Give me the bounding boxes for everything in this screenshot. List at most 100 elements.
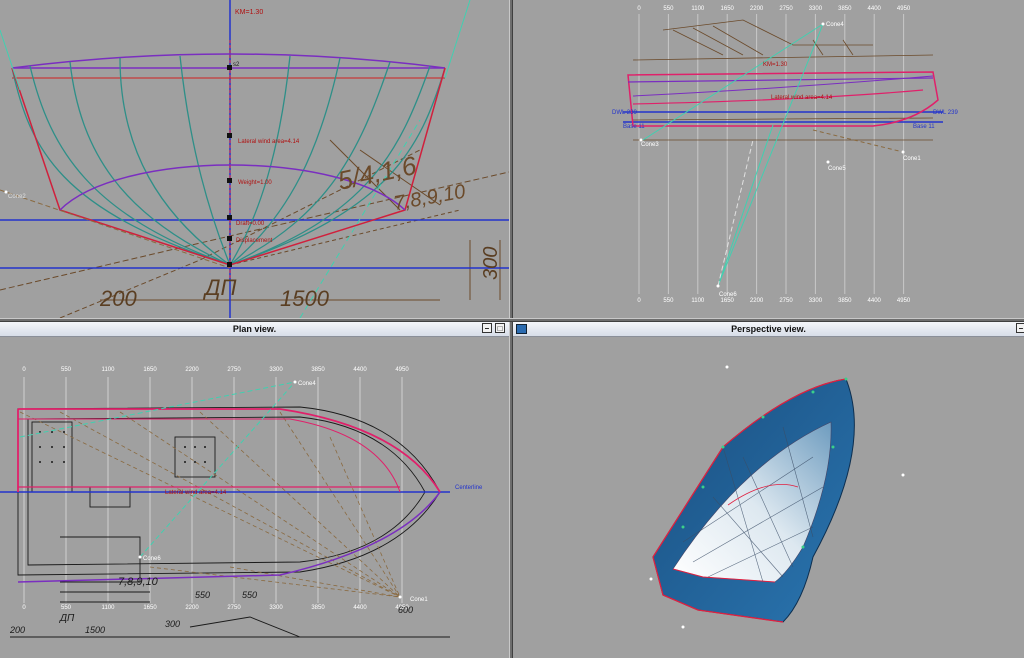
cone1-label: Cone1 <box>903 156 921 162</box>
perspective-minimize-button[interactable]: – <box>1016 323 1024 333</box>
profile-tick-label: 3850 <box>838 6 852 12</box>
lateral-label: Lateral wind area=4.14 <box>238 139 300 145</box>
profile-tick-label: 1650 <box>721 6 735 12</box>
profile-tick-label: 550 <box>663 6 674 12</box>
plan-cone6-label: Cone6 <box>143 556 161 562</box>
plan-ticks-bottom: 0 550 1100 1650 2200 2750 3300 3850 4400 4950 <box>22 605 409 611</box>
station-numbers-label-2: 7,8,9,10 <box>392 181 467 215</box>
profile-tick-label: 550 <box>663 298 674 304</box>
profile-lateral-label: Lateral wind area=4.14 <box>771 95 833 101</box>
plan-stations-label: 7,8,9,10 <box>118 576 159 588</box>
plan-tick-label: 3300 <box>269 605 283 611</box>
plan-view-title: Plan view. <box>232 324 277 334</box>
base-left-label: Base 11 <box>623 124 645 130</box>
profile-tick-label: 2750 <box>779 298 793 304</box>
perspective-view-titlebar[interactable]: Perspective view. – <box>513 322 1024 337</box>
plan-seat-dots <box>39 431 206 463</box>
draft-label: Draft=0.00 <box>236 221 265 227</box>
profile-view-pane[interactable]: 0 550 1100 1650 2200 2750 3300 3850 4400 4950 0 55… <box>513 0 1024 318</box>
plan-tick-label: 3850 <box>311 367 325 373</box>
profile-view-canvas[interactable]: 0 550 1100 1650 2200 2750 3300 3850 4400 4950 0 55… <box>513 0 1024 318</box>
cone2-label: Cone2 <box>8 194 26 200</box>
profile-tick-label: 2200 <box>750 298 764 304</box>
profile-tick-label: 1650 <box>721 298 735 304</box>
profile-tick-label: 0 <box>637 298 641 304</box>
plan-tick-label: 0 <box>22 367 26 373</box>
plan-dim-600: 600 <box>398 605 413 615</box>
dim-200-label: 200 <box>99 286 137 311</box>
profile-tick-label: 3850 <box>838 298 852 304</box>
dwl-right-label: DWL 239 <box>933 110 958 116</box>
dwl-left-label: DWL 239 <box>612 110 637 116</box>
profile-tick-label: 3300 <box>809 298 823 304</box>
plan-tick-label: 2200 <box>185 367 199 373</box>
centerline-label: Centerline <box>455 485 483 491</box>
plan-view-canvas[interactable]: 0 550 1100 1650 2200 2750 3300 3850 4400 4950 0 55… <box>0 337 509 658</box>
plan-tick-label: 1650 <box>143 367 157 373</box>
cone2-point[interactable] <box>4 190 8 194</box>
profile-ticks-top: 0 550 1100 1650 2200 2750 3300 3850 4400 4950 <box>637 6 911 12</box>
maximize-button[interactable]: □ <box>495 323 505 333</box>
hull-sheer-plan <box>18 408 441 493</box>
plan-tick-label: 550 <box>61 367 72 373</box>
plan-dim-200: 200 <box>9 625 25 635</box>
minimize-button[interactable]: – <box>482 323 492 333</box>
profile-cone-lines <box>642 23 824 287</box>
perspective-view-title: Perspective view. <box>731 324 806 334</box>
profile-tick-label: 4950 <box>897 6 911 12</box>
plan-tick-label: 4400 <box>353 367 367 373</box>
plan-tick-label: 1100 <box>102 367 116 373</box>
plan-dim-550b: 550 <box>242 590 257 600</box>
plan-dim-300: 300 <box>165 619 180 629</box>
plan-tick-label: 4400 <box>353 605 367 611</box>
cone5-label: Cone5 <box>828 166 846 172</box>
dim-1500-label: 1500 <box>280 286 330 311</box>
displacement-label: Displacement <box>236 238 273 244</box>
cone4-label: Cone4 <box>826 22 844 28</box>
plan-dp-label: ДП <box>59 613 75 624</box>
plan-dim-1500: 1500 <box>85 625 105 635</box>
cone6-label: Cone6 <box>719 292 737 298</box>
plan-tick-label: 1100 <box>102 605 116 611</box>
weight-label: Weight=1.00 <box>238 180 272 186</box>
plan-ticks-top: 0 550 1100 1650 2200 2750 3300 3850 4400 4950 <box>22 367 409 373</box>
plan-tick-label: 3300 <box>269 367 283 373</box>
km-label: KM=1.30 <box>235 9 263 16</box>
plan-cone4-label: Cone4 <box>298 381 316 387</box>
plan-tick-label: 4950 <box>395 367 409 373</box>
profile-tick-label: 4950 <box>897 298 911 304</box>
plan-tick-label: 2750 <box>227 605 241 611</box>
s2-label: s2 <box>233 62 240 68</box>
perspective-view-pane[interactable]: Perspective view. – <box>513 322 1024 658</box>
cone1-line <box>812 129 904 153</box>
dp-label: ДП <box>202 275 236 300</box>
plan-tick-label: 550 <box>61 605 72 611</box>
plan-tick-label: 2200 <box>185 605 199 611</box>
horizontal-splitter[interactable] <box>0 318 1024 322</box>
plan-tick-label: 2750 <box>227 367 241 373</box>
profile-tick-label: 1100 <box>691 6 705 12</box>
profile-ticks-bottom: 0 550 1100 1650 2200 2750 3300 3850 4400 4950 <box>637 298 911 304</box>
plan-view-titlebar[interactable]: Plan view. – □ <box>0 322 509 337</box>
profile-km-label: KM=1.30 <box>763 62 788 68</box>
vertical-splitter[interactable] <box>509 0 513 658</box>
body-view-pane[interactable]: KM=1.30 s2 Lateral wind area=4.14 Weight… <box>0 0 509 318</box>
profile-tick-label: 3300 <box>809 6 823 12</box>
profile-tick-label: 4400 <box>868 298 882 304</box>
plan-tick-label: 3850 <box>311 605 325 611</box>
view-icon <box>516 324 527 334</box>
plan-view-pane[interactable]: Plan view. – □ 0 550 1100 1650 2200 2750 3300 3… <box>0 322 509 658</box>
plan-dim-550a: 550 <box>195 590 210 600</box>
plan-cone1-label: Cone1 <box>410 597 428 603</box>
plan-tick-label: 0 <box>22 605 26 611</box>
cone2-line <box>0 189 231 269</box>
profile-tick-label: 0 <box>637 6 641 12</box>
dim-300-label: 300 <box>480 247 502 280</box>
background-drawing <box>0 139 509 318</box>
profile-tick-label: 4400 <box>868 6 882 12</box>
profile-tick-label: 2750 <box>779 6 793 12</box>
body-view-canvas[interactable]: KM=1.30 s2 Lateral wind area=4.14 Weight… <box>0 0 509 318</box>
perspective-canvas[interactable] <box>513 337 1024 658</box>
plan-tick-label: 1650 <box>143 605 157 611</box>
plan-construction-lines <box>19 411 401 598</box>
